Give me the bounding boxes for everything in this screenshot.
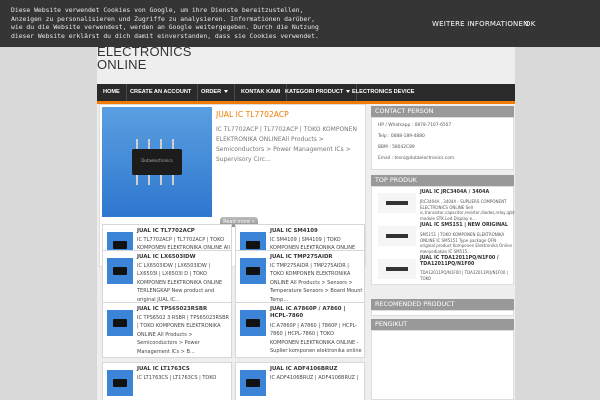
contact-person-box: HP / Whatsapp : 0878-7107-6507 Telp : 08… [371, 117, 514, 170]
nav-item-label: ORDER [201, 89, 222, 95]
top-product-item[interactable]: JUAL IC TDA12011PQ/N1F00 / TDA12011PQ/N1… [376, 256, 511, 285]
nav-item-home[interactable]: HOME [97, 84, 127, 101]
nav-item-order[interactable]: ORDER [195, 84, 236, 101]
nav-item-create-account[interactable]: CREATE AN ACCOUNT [124, 84, 199, 101]
contact-email: Email : tesni@dutaelectronics.com [378, 156, 455, 161]
chip-pin [136, 175, 138, 185]
post-excerpt: IC TPS6502 3 RSBR | TPS65023RSBR | TOKO … [137, 315, 229, 355]
main-nav: HOME CREATE AN ACCOUNT ORDER KONTAK KAMI… [97, 84, 515, 101]
ic-chip-image [113, 379, 127, 387]
post-thumbnail[interactable] [240, 370, 266, 396]
post-card[interactable]: JUAL IC TMP275AIDR IC TMP275AIDR | TMP27… [235, 250, 365, 308]
cookie-consent-bar: Diese Website verwendet Cookies von Goog… [0, 0, 600, 47]
top-product-desc: SM5151 | TOKO KOMPONEN ELEKTRONIKA ONLIN… [420, 232, 512, 254]
product-thumbnail[interactable] [378, 193, 416, 213]
nav-item-label: KONTAK KAMI [241, 89, 281, 95]
top-product-title[interactable]: JUAL IC SM5151 | NEW ORIGINAL [420, 223, 508, 228]
nav-item-label: HOME [103, 89, 120, 95]
cookie-text-line: wie du die Website verwendest, werden an… [11, 23, 319, 32]
chip-pin [160, 175, 162, 185]
post-card[interactable]: JUAL IC A7860P / A7860 | HCPL-7860 IC A7… [235, 302, 365, 358]
cookie-text-line: Anzeigen zu personalisieren und Zugriffe… [11, 14, 315, 23]
post-card[interactable]: JUAL IC TPS65023RSBR IC TPS6502 3 RSBR |… [102, 302, 232, 358]
chip-label: Dutaelectronics [141, 158, 173, 163]
contact-bbm: BBM : 58042C89 [378, 145, 415, 150]
post-title[interactable]: JUAL IC ADF4106BRUZ [270, 366, 364, 373]
ic-chip-image [113, 241, 127, 249]
slide-title[interactable]: JUAL IC TL7702ACP [216, 110, 289, 119]
ic-chip-image: Dutaelectronics [132, 149, 182, 175]
contact-phone: HP / Whatsapp : 0878-7107-6507 [378, 123, 452, 128]
top-produk-box: JUAL IC JRC3404A / 3404A JRC3404A , 3404… [371, 186, 515, 285]
site-title[interactable]: ELECTRONICS ONLINE [97, 47, 297, 71]
recommended-product-box [371, 310, 514, 316]
post-title[interactable]: JUAL IC TMP275AIDR [270, 254, 364, 261]
post-thumbnail[interactable] [107, 310, 133, 336]
chip-pin [172, 139, 174, 149]
chevron-down-icon [224, 90, 229, 94]
post-thumbnail[interactable] [107, 370, 133, 396]
page-container: ELECTRONICS ONLINE HOME CREATE AN ACCOUN… [97, 47, 515, 400]
contact-person-header: CONTACT PERSON [371, 106, 514, 117]
post-excerpt: IC LX6503IDW | LX6503IDW | LX6503I | LX6… [137, 263, 223, 303]
top-product-item[interactable]: JUAL IC JRC3404A / 3404A JRC3404A , 3404… [376, 190, 515, 221]
ic-chip-image [246, 267, 260, 275]
post-card[interactable]: JUAL IC LX6503IDW IC LX6503IDW | LX6503I… [102, 250, 232, 308]
post-title[interactable]: JUAL IC LX6503IDW [137, 254, 231, 261]
site-title-line: ONLINE [97, 57, 147, 72]
top-produk-header: TOP PRODUK [371, 175, 514, 186]
top-product-title[interactable]: JUAL IC JRC3404A / 3404A [420, 190, 489, 195]
cookie-text-line: Diese Website verwendet Cookies von Goog… [11, 6, 304, 14]
post-excerpt: IC ADF4106BRUZ | ADF4106BRUZ | [270, 375, 359, 381]
ic-chip-image [246, 319, 260, 327]
nav-item-label: CREATE AN ACCOUNT [130, 89, 192, 95]
post-title[interactable]: JUAL IC TPS65023RSBR [137, 306, 231, 313]
nav-item-label: ELECTRONICS DEVICE [352, 89, 415, 95]
post-thumbnail[interactable] [107, 258, 133, 284]
chip-pin [136, 139, 138, 149]
ic-chip-image [386, 201, 408, 205]
post-card[interactable]: JUAL IC ADF4106BRUZ IC ADF4106BRUZ | ADF… [235, 362, 365, 400]
slide-image[interactable]: Dutaelectronics [102, 107, 212, 217]
cookie-ok-button[interactable]: OK [525, 20, 536, 28]
post-title[interactable]: JUAL IC SM4109 [270, 228, 364, 235]
chip-pin [172, 175, 174, 185]
cookie-consent-text: Diese Website verwendet Cookies von Goog… [11, 6, 421, 40]
post-title[interactable]: JUAL IC LT1763CS [137, 366, 231, 373]
pengikut-header: PENGIKUT [371, 319, 514, 330]
cookie-text-line: dieser Website erklärst du dich damit ei… [11, 31, 319, 40]
ic-chip-image [113, 267, 127, 275]
chip-pin [148, 175, 150, 185]
chip-pin [160, 139, 162, 149]
pengikut-box [371, 330, 514, 400]
post-thumbnail[interactable] [240, 258, 266, 284]
post-thumbnail[interactable] [240, 310, 266, 336]
top-product-desc: JRC3404A , 3404A - SUPLIERS COMPONENT EL… [420, 199, 515, 221]
nav-item-label: KATEGORI PRODUCT [285, 89, 344, 95]
top-product-title[interactable]: JUAL IC TDA12011PQ/N1F00 / TDA12011PQ/N1… [420, 256, 512, 268]
top-product-item[interactable]: JUAL IC SM5151 | NEW ORIGINAL SM5151 | T… [376, 223, 512, 254]
slide-description: IC TL7702ACP | TL7702ACP | TOKO KOMPONEN… [216, 126, 357, 163]
post-title[interactable]: JUAL IC TL7702ACP [137, 228, 231, 235]
product-thumbnail[interactable] [378, 259, 416, 279]
top-product-desc: TDA12011PQ/N1F00 | TDA12011PQ/N1F00 | TO… [420, 270, 509, 281]
post-excerpt: IC A7860P | A7860 | 7860P | HCPL-7860 | … [270, 323, 362, 357]
more-info-button[interactable]: WEITERE INFORMATIONEN [432, 20, 529, 28]
ic-chip-image [113, 319, 127, 327]
chip-pin [148, 139, 150, 149]
product-thumbnail[interactable] [378, 226, 416, 246]
post-title[interactable]: JUAL IC A7860P / A7860 | HCPL-7860 [270, 306, 364, 320]
ic-chip-image [246, 241, 260, 249]
ic-chip-image [246, 379, 260, 387]
post-excerpt: IC LT1763CS | LT1763CS | TOKO [137, 375, 217, 381]
post-excerpt: IC TMP275AIDR | TMP275AIDR | TOKO KOMPON… [270, 263, 363, 303]
ic-chip-image [386, 234, 408, 238]
ic-chip-image [386, 267, 408, 271]
nav-item-electronics-device[interactable]: ELECTRONICS DEVICE [346, 84, 420, 101]
recommended-product-header: RECOMENDED PRODUCT [371, 299, 514, 310]
contact-telp: Telp : 0888-189-4880 [378, 134, 425, 139]
post-card[interactable]: JUAL IC LT1763CS IC LT1763CS | LT1763CS … [102, 362, 232, 400]
